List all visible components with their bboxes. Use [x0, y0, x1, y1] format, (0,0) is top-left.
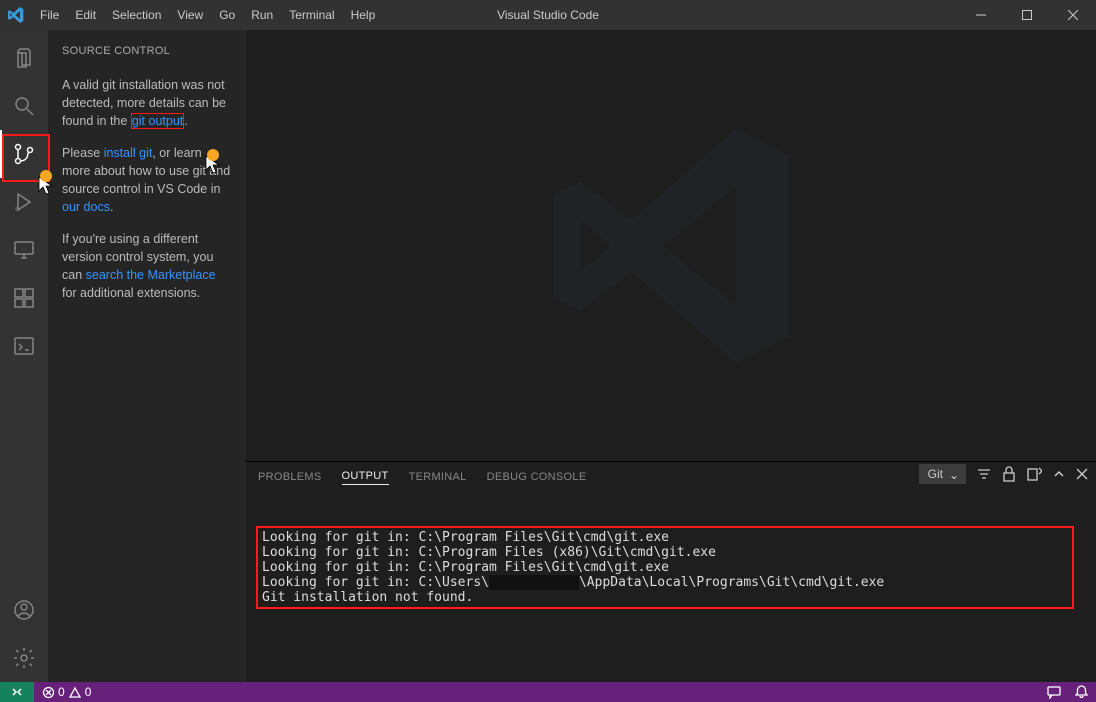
- menu-view[interactable]: View: [169, 0, 211, 30]
- menu-edit[interactable]: Edit: [67, 0, 104, 30]
- menu-selection[interactable]: Selection: [104, 0, 169, 30]
- our-docs-link[interactable]: our docs: [62, 200, 110, 214]
- settings-gear-icon[interactable]: [0, 634, 48, 682]
- menu-terminal[interactable]: Terminal: [281, 0, 342, 30]
- output-filter-icon[interactable]: [976, 466, 992, 482]
- text: .: [110, 200, 113, 214]
- panel: PROBLEMS OUTPUT TERMINAL DEBUG CONSOLE G…: [246, 461, 1096, 682]
- menu-run[interactable]: Run: [243, 0, 281, 30]
- status-bar: 0 0: [0, 682, 1096, 702]
- tab-output[interactable]: OUTPUT: [342, 470, 389, 485]
- close-panel-icon[interactable]: [1076, 468, 1088, 480]
- editor-blank: [246, 30, 1096, 461]
- accounts-icon[interactable]: [0, 586, 48, 634]
- chevron-down-icon: ⌄: [949, 468, 959, 482]
- editor-area: PROBLEMS OUTPUT TERMINAL DEBUG CONSOLE G…: [246, 30, 1096, 682]
- close-button[interactable]: [1050, 0, 1096, 30]
- error-count: 0: [58, 685, 65, 699]
- output-body[interactable]: Looking for git in: C:\Program Files\Git…: [246, 492, 1096, 682]
- text: Please: [62, 146, 104, 160]
- run-debug-icon[interactable]: [0, 178, 48, 226]
- main-menu: File Edit Selection View Go Run Terminal…: [32, 0, 383, 30]
- explorer-icon[interactable]: [0, 34, 48, 82]
- titlebar: File Edit Selection View Go Run Terminal…: [0, 0, 1096, 30]
- extensions-icon[interactable]: [0, 274, 48, 322]
- problems-status[interactable]: 0 0: [42, 685, 91, 699]
- scm-message-1: A valid git installation was not detecte…: [62, 76, 232, 130]
- output-channel-dropdown[interactable]: Git ⌄: [919, 464, 966, 484]
- maximize-button[interactable]: [1004, 0, 1050, 30]
- menu-help[interactable]: Help: [343, 0, 384, 30]
- sidebar-title: SOURCE CONTROL: [62, 42, 232, 60]
- menu-go[interactable]: Go: [211, 0, 243, 30]
- terminal-side-icon[interactable]: [0, 322, 48, 370]
- vscode-logo-icon: [0, 7, 32, 23]
- maximize-panel-icon[interactable]: [1052, 467, 1066, 481]
- git-output-link[interactable]: git output: [131, 113, 184, 129]
- clear-output-icon[interactable]: [1026, 466, 1042, 482]
- tab-problems[interactable]: PROBLEMS: [258, 471, 322, 483]
- warning-count: 0: [85, 685, 92, 699]
- remote-explorer-icon[interactable]: [0, 226, 48, 274]
- scm-message-2: Please install git, or learn more about …: [62, 144, 232, 216]
- notifications-bell-icon[interactable]: [1075, 685, 1088, 699]
- text: for additional extensions.: [62, 286, 200, 300]
- remote-indicator[interactable]: [0, 682, 34, 702]
- text: .: [184, 114, 187, 128]
- scm-message-3: If you're using a different version cont…: [62, 230, 232, 302]
- menu-file[interactable]: File: [32, 0, 67, 30]
- git-output-lines: Looking for git in: C:\Program Files\Git…: [256, 526, 1074, 609]
- minimize-button[interactable]: [958, 0, 1004, 30]
- dropdown-value: Git: [928, 467, 943, 481]
- install-git-link[interactable]: install git: [104, 146, 153, 160]
- search-marketplace-link[interactable]: search the Marketplace: [86, 268, 216, 282]
- tab-debug-console[interactable]: DEBUG CONSOLE: [487, 471, 587, 483]
- tab-terminal[interactable]: TERMINAL: [409, 471, 467, 483]
- source-control-icon[interactable]: [0, 130, 48, 178]
- vscode-watermark-icon: [541, 116, 801, 376]
- search-icon[interactable]: [0, 82, 48, 130]
- activity-bar: [0, 30, 48, 682]
- feedback-icon[interactable]: [1047, 685, 1061, 699]
- sidebar-source-control: SOURCE CONTROL A valid git installation …: [48, 30, 246, 682]
- output-lock-icon[interactable]: [1002, 466, 1016, 482]
